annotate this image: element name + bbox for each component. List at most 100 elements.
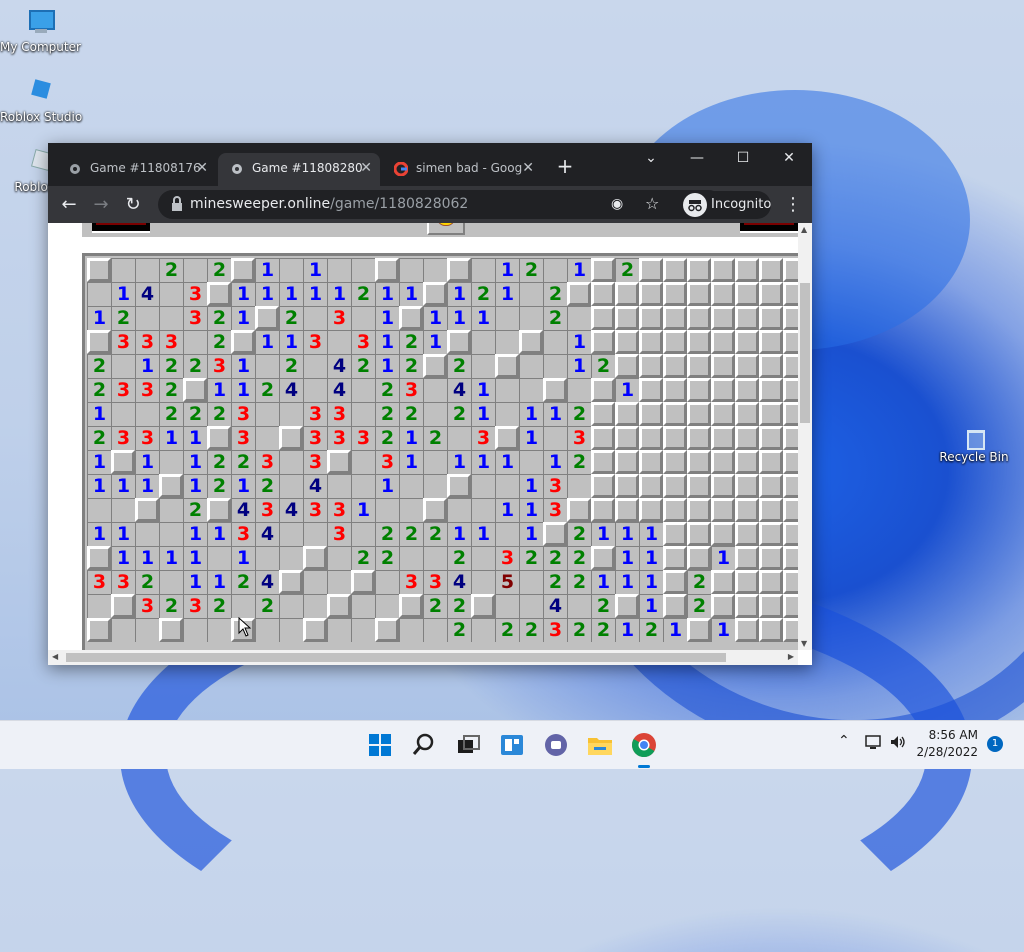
number-cell[interactable]: 2 <box>231 570 255 594</box>
unrevealed-cell[interactable] <box>591 378 615 402</box>
unrevealed-cell[interactable] <box>615 402 639 426</box>
number-cell[interactable]: 2 <box>495 618 519 642</box>
number-cell[interactable]: 1 <box>87 402 111 426</box>
unrevealed-cell[interactable] <box>615 498 639 522</box>
number-cell[interactable]: 1 <box>567 258 591 282</box>
empty-cell[interactable] <box>111 258 135 282</box>
number-cell[interactable]: 2 <box>255 378 279 402</box>
empty-cell[interactable] <box>207 618 231 642</box>
number-cell[interactable]: 2 <box>519 258 543 282</box>
empty-cell[interactable] <box>471 570 495 594</box>
incognito-indicator[interactable]: Incognito <box>681 191 771 219</box>
number-cell[interactable]: 1 <box>231 474 255 498</box>
unrevealed-cell[interactable] <box>87 330 111 354</box>
empty-cell[interactable] <box>423 474 447 498</box>
number-cell[interactable]: 4 <box>327 378 351 402</box>
empty-cell[interactable] <box>303 594 327 618</box>
unrevealed-cell[interactable] <box>711 498 735 522</box>
empty-cell[interactable] <box>375 498 399 522</box>
unrevealed-cell[interactable] <box>663 570 687 594</box>
unrevealed-cell[interactable] <box>663 546 687 570</box>
unrevealed-cell[interactable] <box>255 306 279 330</box>
unrevealed-cell[interactable] <box>399 594 423 618</box>
empty-cell[interactable] <box>183 258 207 282</box>
number-cell[interactable]: 3 <box>255 498 279 522</box>
number-cell[interactable]: 2 <box>567 570 591 594</box>
number-cell[interactable]: 1 <box>495 498 519 522</box>
unrevealed-cell[interactable] <box>663 426 687 450</box>
number-cell[interactable]: 2 <box>591 594 615 618</box>
number-cell[interactable]: 2 <box>279 354 303 378</box>
unrevealed-cell[interactable] <box>183 378 207 402</box>
number-cell[interactable]: 1 <box>519 426 543 450</box>
empty-cell[interactable] <box>351 306 375 330</box>
empty-cell[interactable] <box>135 618 159 642</box>
empty-cell[interactable] <box>231 594 255 618</box>
number-cell[interactable]: 4 <box>543 594 567 618</box>
widgets-icon[interactable] <box>496 729 528 761</box>
scroll-up-arrow-icon[interactable]: ▲ <box>801 225 807 234</box>
number-cell[interactable]: 2 <box>423 426 447 450</box>
unrevealed-cell[interactable] <box>207 498 231 522</box>
unrevealed-cell[interactable] <box>591 546 615 570</box>
unrevealed-cell[interactable] <box>615 594 639 618</box>
number-cell[interactable]: 1 <box>375 354 399 378</box>
address-bar[interactable]: minesweeper.online/game/1180828062 ◉ ☆ <box>158 190 723 219</box>
number-cell[interactable]: 1 <box>519 498 543 522</box>
number-cell[interactable]: 2 <box>519 546 543 570</box>
show-hidden-icons-icon[interactable]: ⌃ <box>838 733 850 749</box>
number-cell[interactable]: 1 <box>135 354 159 378</box>
empty-cell[interactable] <box>399 474 423 498</box>
unrevealed-cell[interactable] <box>735 354 759 378</box>
unrevealed-cell[interactable] <box>447 330 471 354</box>
number-cell[interactable]: 3 <box>231 522 255 546</box>
number-cell[interactable]: 2 <box>159 402 183 426</box>
number-cell[interactable]: 3 <box>327 402 351 426</box>
scroll-down-arrow-icon[interactable]: ▼ <box>801 639 807 648</box>
unrevealed-cell[interactable] <box>111 594 135 618</box>
number-cell[interactable]: 1 <box>639 522 663 546</box>
empty-cell[interactable] <box>423 450 447 474</box>
number-cell[interactable]: 2 <box>375 546 399 570</box>
empty-cell[interactable] <box>279 258 303 282</box>
volume-icon[interactable] <box>889 733 907 751</box>
empty-cell[interactable] <box>255 354 279 378</box>
number-cell[interactable]: 1 <box>183 522 207 546</box>
unrevealed-cell[interactable] <box>663 522 687 546</box>
empty-cell[interactable] <box>471 474 495 498</box>
empty-cell[interactable] <box>111 402 135 426</box>
tab-search-icon[interactable]: ⌄ <box>628 143 674 173</box>
unrevealed-cell[interactable] <box>303 618 327 642</box>
unrevealed-cell[interactable] <box>615 474 639 498</box>
back-button[interactable]: ← <box>54 186 84 223</box>
chrome-icon[interactable] <box>628 729 660 768</box>
number-cell[interactable]: 2 <box>423 594 447 618</box>
unrevealed-cell[interactable] <box>567 498 591 522</box>
number-cell[interactable]: 1 <box>111 522 135 546</box>
number-cell[interactable]: 3 <box>303 426 327 450</box>
file-explorer-icon[interactable] <box>584 729 616 761</box>
empty-cell[interactable] <box>471 330 495 354</box>
number-cell[interactable]: 2 <box>207 402 231 426</box>
number-cell[interactable]: 2 <box>159 354 183 378</box>
number-cell[interactable]: 1 <box>639 594 663 618</box>
number-cell[interactable]: 1 <box>471 522 495 546</box>
unrevealed-cell[interactable] <box>591 498 615 522</box>
number-cell[interactable]: 2 <box>279 306 303 330</box>
empty-cell[interactable] <box>423 546 447 570</box>
number-cell[interactable]: 2 <box>351 546 375 570</box>
number-cell[interactable]: 2 <box>567 402 591 426</box>
empty-cell[interactable] <box>543 354 567 378</box>
number-cell[interactable]: 2 <box>375 522 399 546</box>
number-cell[interactable]: 3 <box>183 306 207 330</box>
number-cell[interactable]: 3 <box>351 330 375 354</box>
empty-cell[interactable] <box>543 258 567 282</box>
number-cell[interactable]: 1 <box>87 450 111 474</box>
number-cell[interactable]: 1 <box>183 426 207 450</box>
empty-cell[interactable] <box>87 594 111 618</box>
unrevealed-cell[interactable] <box>687 546 711 570</box>
tracking-blocked-icon[interactable]: ◉ <box>611 196 623 212</box>
number-cell[interactable]: 3 <box>423 570 447 594</box>
clock[interactable]: 8:56 AM 2/28/2022 <box>914 727 978 761</box>
number-cell[interactable]: 3 <box>231 402 255 426</box>
